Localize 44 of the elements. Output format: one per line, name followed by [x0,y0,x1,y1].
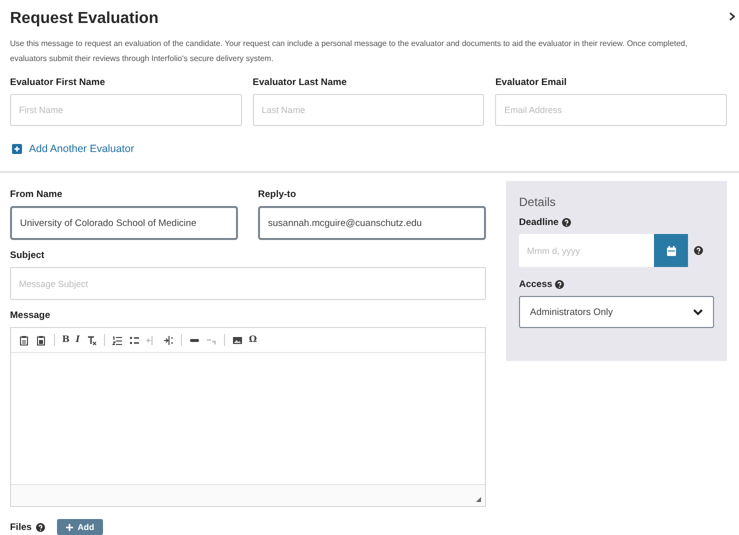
field-label: Subject [10,250,46,261]
calendar-button[interactable] [654,234,688,267]
text-field[interactable]: Email Address [495,94,728,126]
description-text: Use this message to request an evaluation of the candidate. Your request can include a personal message to the evaluator and documents to aid the evaluator in their review. Once completed, evaluators submit their reviews through Interfolio's secure delivery system. [10,38,688,65]
field-label: Access [519,279,552,290]
bulleted-list-icon [128,334,140,346]
help-icon [555,280,564,289]
date-field[interactable]: Mmm d, yyyy [519,234,654,267]
help-icon [562,218,571,227]
resize-handle-icon [476,497,481,502]
add-evaluator-link[interactable]: Add Another Evaluator [12,143,727,155]
panel-heading: Details [519,195,557,209]
format-button[interactable]: Ω [246,332,259,348]
field-label: From Name [10,189,64,200]
reply-to-field[interactable]: susannah.mcguire@cuanschutz.edu [258,206,486,240]
access-dropdown[interactable]: Administrators Only [519,296,714,328]
field-label: Reply-to [258,189,297,200]
field-label: Deadline [519,217,559,228]
from-name-field[interactable]: University of Colorado School of Medicine [10,206,238,240]
page-title: Request Evaluation [10,10,160,28]
field-label: Evaluator Last Name [252,77,348,88]
field-label: Evaluator Email [495,77,568,88]
paste-text-icon [36,334,47,346]
numbered-list-icon [112,334,123,346]
calendar-icon [666,246,676,256]
plus-icon [66,524,73,530]
message-editor[interactable]: B I Ω [10,327,486,507]
clear-format-icon [86,334,97,346]
field-label: Message [10,310,52,321]
help-icon [36,522,45,532]
paste-icon [19,334,30,346]
field-label: Files [10,522,32,532]
format-button[interactable]: I [74,332,82,348]
help-icon [694,246,703,255]
chevron-down-icon [693,308,703,316]
plus-square-icon [12,144,22,154]
text-field[interactable]: First Name [10,94,242,126]
text-field[interactable]: Last Name [252,94,484,126]
image-icon [232,334,243,346]
subject-field[interactable]: Message Subject [10,267,486,300]
add-file-button[interactable]: Add [56,519,104,535]
format-button[interactable]: B [60,332,72,348]
indent-icon [162,334,174,346]
field-label: Evaluator First Name [10,77,106,88]
